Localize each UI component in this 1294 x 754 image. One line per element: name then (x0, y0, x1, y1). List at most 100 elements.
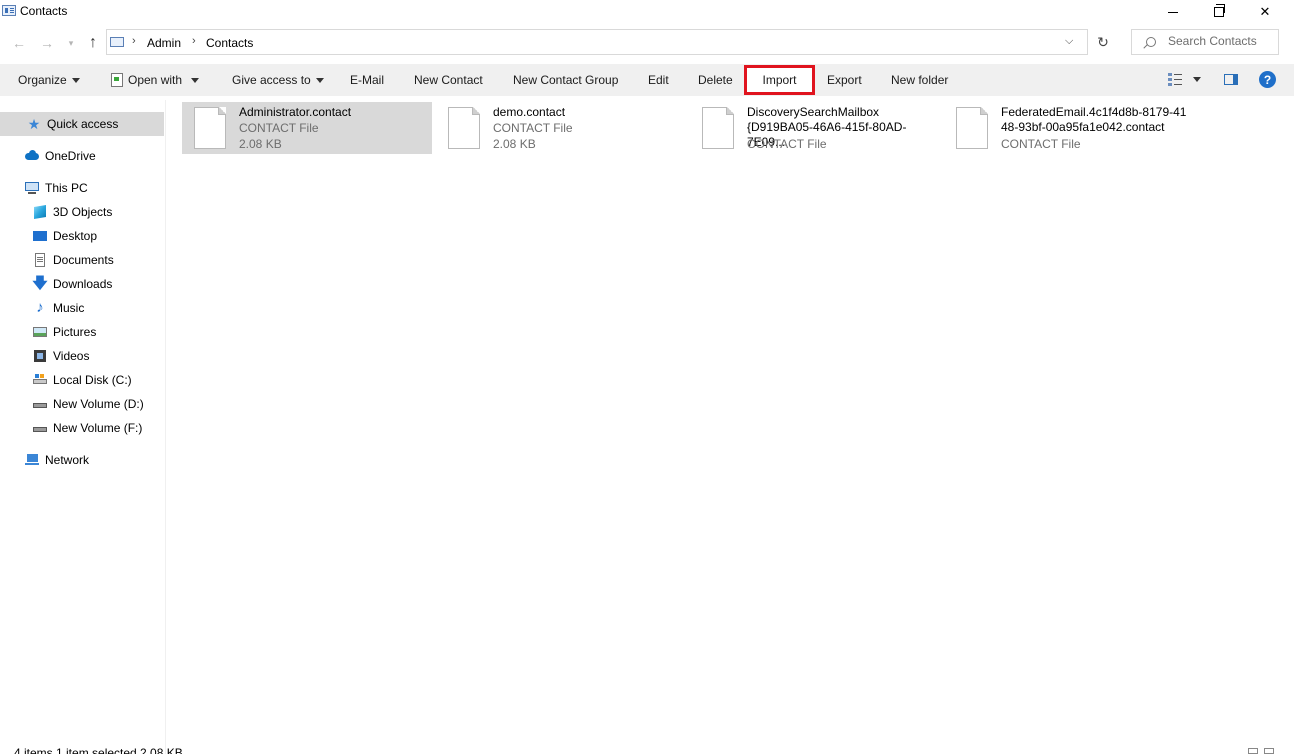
preview-pane-icon[interactable] (1224, 74, 1238, 85)
minimize-button[interactable] (1150, 0, 1196, 24)
open-with-button[interactable]: Open with (111, 64, 200, 96)
sidebar-item-pictures[interactable]: Pictures (0, 320, 96, 344)
file-item-federated-email[interactable]: FederatedEmail.4c1f4d8b-8179-4148-93bf-0… (944, 102, 1194, 154)
help-icon[interactable]: ? (1259, 71, 1276, 88)
document-icon (32, 253, 48, 267)
file-type: CONTACT File (1001, 137, 1081, 151)
window-title: Contacts (20, 4, 68, 18)
caret-down-icon (315, 77, 324, 83)
arrow-right-icon: → (40, 35, 54, 51)
sidebar-item-music[interactable]: ♪ Music (0, 296, 84, 320)
breadcrumb-separator-icon[interactable]: › (132, 35, 136, 47)
import-button[interactable]: Import (744, 65, 815, 95)
edit-button[interactable]: Edit (648, 64, 669, 96)
large-icons-view-icon[interactable] (1264, 748, 1274, 754)
sidebar-item-label: OneDrive (45, 149, 96, 163)
sidebar-item-desktop[interactable]: Desktop (0, 224, 97, 248)
file-size: 2.08 KB (239, 137, 282, 151)
email-button[interactable]: E-Mail (350, 64, 384, 96)
file-icon (194, 107, 226, 149)
search-icon (1146, 37, 1156, 47)
navigation-pane: ★ Quick access OneDrive This PC 3D Objec… (0, 100, 166, 754)
sidebar-item-local-disk-c[interactable]: Local Disk (C:) (0, 368, 132, 392)
close-button[interactable]: ✕ (1242, 0, 1288, 24)
new-folder-button[interactable]: New folder (891, 64, 948, 96)
search-box[interactable] (1131, 29, 1279, 55)
breadcrumb-separator-icon[interactable]: › (192, 35, 196, 47)
details-view-icon[interactable] (1248, 748, 1258, 754)
breadcrumb-contacts[interactable]: Contacts (206, 36, 253, 50)
command-bar: Organize Open with Give access to E-Mail… (0, 64, 1294, 96)
file-name: Administrator.contact (239, 105, 352, 119)
restore-button[interactable] (1196, 0, 1242, 24)
recent-locations-button[interactable]: ▾ (62, 34, 80, 52)
title-bar: Contacts ✕ (0, 0, 1294, 24)
sidebar-item-label: Documents (53, 253, 114, 267)
disk-drive-icon (32, 373, 48, 387)
refresh-button[interactable]: ↻ (1088, 29, 1118, 55)
edit-label: Edit (648, 73, 669, 87)
sidebar-item-label: This PC (45, 181, 88, 195)
back-button[interactable]: ← (10, 34, 28, 52)
file-icon (448, 107, 480, 149)
breadcrumb-admin[interactable]: Admin (147, 36, 181, 50)
organize-button[interactable]: Organize (18, 64, 80, 96)
new-contact-label: New Contact (414, 73, 483, 87)
file-type: CONTACT File (493, 121, 573, 135)
picture-icon (32, 325, 48, 339)
drive-icon (32, 397, 48, 411)
up-button[interactable]: ↑ (84, 34, 102, 52)
sidebar-item-label: Local Disk (C:) (53, 373, 132, 387)
sidebar-item-label: Quick access (47, 117, 119, 131)
change-view-icon[interactable] (1168, 73, 1182, 86)
delete-button[interactable]: Delete (698, 64, 733, 96)
status-view-toggle[interactable] (1248, 748, 1278, 754)
sidebar-item-label: 3D Objects (53, 205, 113, 219)
sidebar-item-videos[interactable]: Videos (0, 344, 89, 368)
forward-button[interactable]: → (38, 34, 56, 52)
sidebar-item-quick-access[interactable]: ★ Quick access (0, 112, 164, 136)
email-label: E-Mail (350, 73, 385, 87)
new-folder-label: New folder (891, 73, 949, 87)
address-dropdown-icon[interactable]: ⌵ (1065, 35, 1073, 48)
sidebar-item-new-volume-d[interactable]: New Volume (D:) (0, 392, 144, 416)
sidebar-item-this-pc[interactable]: This PC (0, 176, 88, 200)
file-item-administrator[interactable]: Administrator.contact CONTACT File 2.08 … (182, 102, 432, 154)
contacts-app-icon (2, 5, 16, 16)
export-label: Export (827, 73, 862, 87)
file-item-discovery-search-mailbox[interactable]: DiscoverySearchMailbox {D919BA05-46A6-41… (690, 102, 940, 154)
give-access-button[interactable]: Give access to (232, 64, 324, 96)
sidebar-item-label: Desktop (53, 229, 98, 243)
sidebar-item-label: Network (45, 453, 90, 467)
address-bar[interactable]: › Admin › Contacts ⌵ (106, 29, 1088, 55)
sidebar-item-downloads[interactable]: 🡇 Downloads (0, 272, 112, 296)
sidebar-item-documents[interactable]: Documents (0, 248, 114, 272)
import-label: Import (762, 73, 797, 87)
new-contact-group-button[interactable]: New Contact Group (513, 64, 618, 96)
desktop-icon (32, 229, 48, 243)
caret-down-icon (71, 77, 80, 83)
file-name: demo.contact (493, 105, 566, 119)
sidebar-item-label: Downloads (53, 277, 113, 291)
sidebar-item-onedrive[interactable]: OneDrive (0, 144, 96, 168)
file-type: CONTACT File (239, 121, 319, 135)
music-note-icon: ♪ (36, 299, 44, 316)
chevron-down-icon: ▾ (68, 37, 74, 48)
sidebar-item-new-volume-f[interactable]: New Volume (F:) (0, 416, 142, 440)
search-input[interactable] (1168, 34, 1274, 48)
arrow-up-icon: ↑ (89, 34, 97, 51)
file-list: Administrator.contact CONTACT File 2.08 … (166, 100, 1294, 740)
cloud-icon (24, 149, 40, 163)
cube-icon (32, 205, 48, 219)
film-icon (32, 349, 48, 363)
file-type: CONTACT File (747, 137, 827, 151)
view-dropdown-icon[interactable] (1193, 77, 1201, 82)
sidebar-item-label: New Volume (F:) (53, 421, 143, 435)
drive-icon (32, 421, 48, 435)
sidebar-item-network[interactable]: Network (0, 448, 89, 472)
sidebar-item-3d-objects[interactable]: 3D Objects (0, 200, 112, 224)
export-button[interactable]: Export (827, 64, 862, 96)
new-contact-button[interactable]: New Contact (414, 64, 483, 96)
download-arrow-icon: 🡇 (32, 275, 48, 292)
file-item-demo[interactable]: demo.contact CONTACT File 2.08 KB (436, 102, 686, 154)
